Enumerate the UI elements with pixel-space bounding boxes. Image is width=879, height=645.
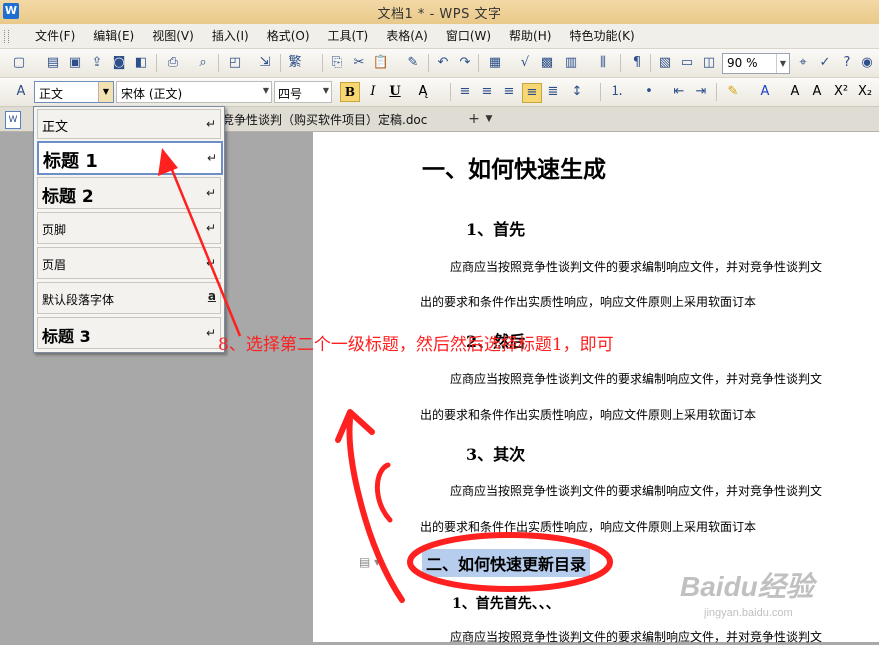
- annotation-curved-arrow: [346, 417, 405, 603]
- arrow-head-icon: [335, 409, 375, 443]
- annotation-text: 8、选择第二个一级标题，然后然后选择标题1，即可: [218, 335, 614, 355]
- arrow-head-icon: [158, 148, 178, 176]
- annotation-scribble: [374, 462, 393, 523]
- annotation-circle: [407, 532, 613, 592]
- annotation-arrow-line: [166, 159, 242, 337]
- watermark-url: jingyan.baidu.com: [704, 607, 793, 619]
- annotation-overlay: [158, 148, 613, 603]
- watermark-logo: Baidu经验: [680, 571, 814, 602]
